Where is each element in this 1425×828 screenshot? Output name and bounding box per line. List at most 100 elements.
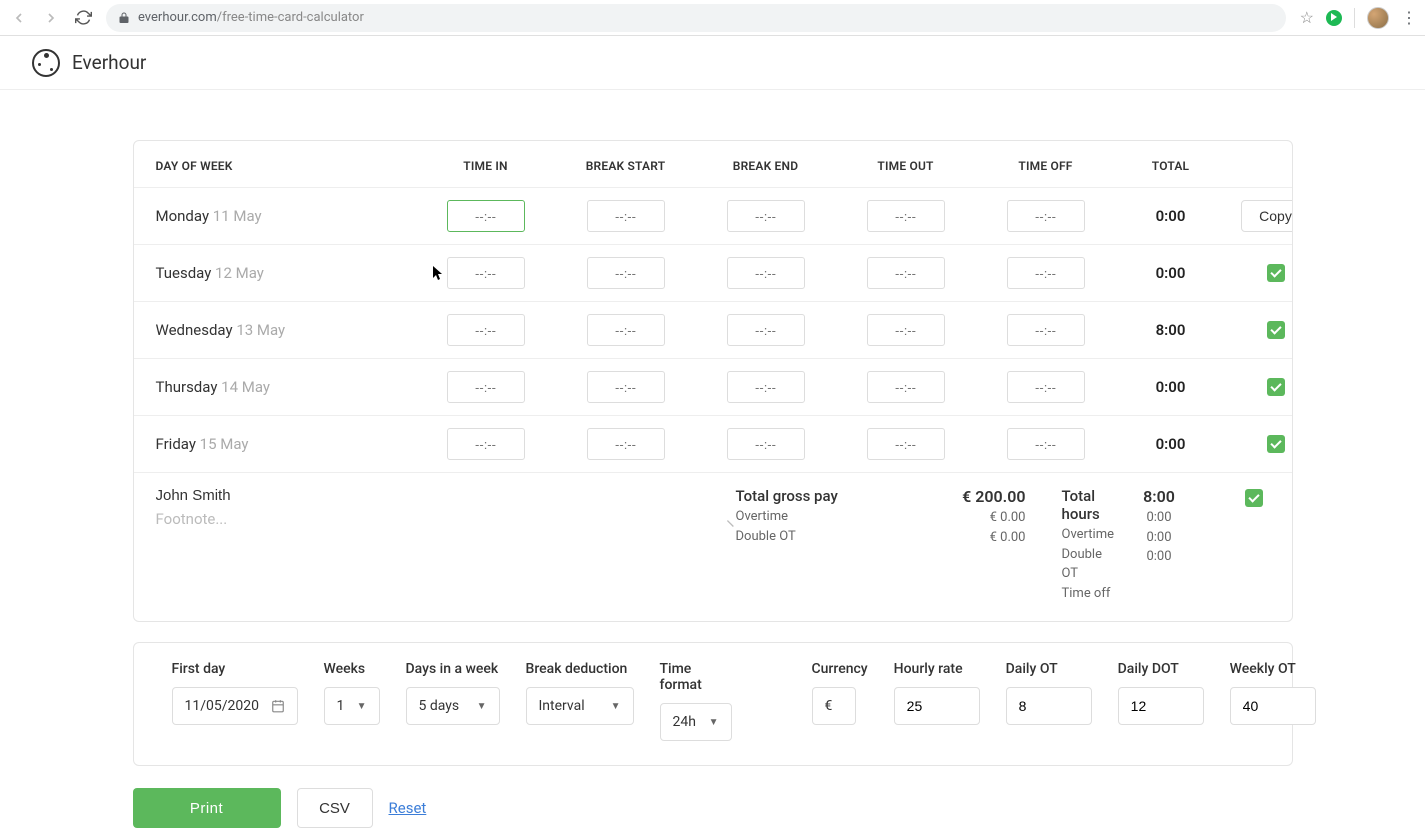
reset-link[interactable]: Reset: [389, 799, 427, 817]
format-select[interactable]: 24h▼: [660, 703, 732, 741]
employee-name-input[interactable]: [156, 487, 406, 504]
action-bar: Print CSV Reset: [133, 788, 1293, 828]
break-start-input[interactable]: [587, 371, 665, 403]
url-host: everhour.com: [138, 10, 217, 25]
time-out-input[interactable]: [867, 257, 945, 289]
app-header: Everhour: [0, 36, 1425, 90]
time-out-input[interactable]: [867, 371, 945, 403]
calendar-icon: [271, 699, 285, 713]
time-off-input[interactable]: [1007, 314, 1085, 346]
time-out-input[interactable]: [867, 200, 945, 232]
col-day: DAY OF WEEK: [156, 159, 416, 173]
time-off-input[interactable]: [1007, 257, 1085, 289]
rate-input[interactable]: [894, 687, 980, 725]
break-start-input[interactable]: [587, 257, 665, 289]
total-hours-value: 8:00: [1114, 487, 1204, 506]
time-in-input[interactable]: [447, 428, 525, 460]
gross-pay-value: € 200.00: [946, 487, 1026, 506]
time-in-input[interactable]: [447, 257, 525, 289]
currency-input[interactable]: €: [812, 687, 856, 725]
copy-button[interactable]: Copy: [1241, 200, 1293, 232]
break-end-input[interactable]: [727, 428, 805, 460]
summary-row: Footnote... || Total gross pay Overtime …: [134, 472, 1292, 621]
chevron-down-icon: ▼: [477, 701, 487, 712]
daily-ot-label: Daily OT: [1006, 661, 1092, 677]
menu-kebab-icon[interactable]: ⋮: [1401, 8, 1415, 27]
time-in-input[interactable]: [447, 371, 525, 403]
day-label: Tuesday 12 May: [156, 264, 416, 282]
break-end-input[interactable]: [727, 371, 805, 403]
address-bar[interactable]: everhour.com/free-time-card-calculator: [106, 4, 1286, 32]
settings-panel: First day 11/05/2020 Weeks 1▼ Days in a …: [133, 642, 1293, 766]
weekly-ot-input[interactable]: [1230, 687, 1316, 725]
bookmark-star-icon[interactable]: ☆: [1300, 8, 1314, 27]
forward-icon[interactable]: [42, 9, 60, 27]
break-start-input[interactable]: [587, 200, 665, 232]
daily-dot-input[interactable]: [1118, 687, 1204, 725]
first-day-input[interactable]: 11/05/2020: [172, 687, 298, 725]
weekly-ot-label: Weekly OT: [1230, 661, 1316, 677]
break-start-input[interactable]: [587, 314, 665, 346]
weeks-select[interactable]: 1▼: [324, 687, 380, 725]
first-day-label: First day: [172, 661, 298, 677]
timeoff-hours-label: Time off: [1062, 584, 1114, 604]
time-off-input[interactable]: [1007, 200, 1085, 232]
break-start-input[interactable]: [587, 428, 665, 460]
url-path: /free-time-card-calculator: [217, 10, 364, 25]
col-time-out: TIME OUT: [836, 159, 976, 173]
time-in-input[interactable]: [447, 314, 525, 346]
overtime-pay-value: € 0.00: [946, 508, 1026, 528]
row-total: 0:00: [1116, 207, 1226, 225]
chevron-down-icon: ▼: [357, 701, 367, 712]
time-off-input[interactable]: [1007, 428, 1085, 460]
col-time-in: TIME IN: [416, 159, 556, 173]
break-select[interactable]: Interval▼: [526, 687, 634, 725]
row-total: 0:00: [1116, 435, 1226, 453]
reload-icon[interactable]: [74, 9, 92, 27]
check-icon[interactable]: [1267, 435, 1285, 453]
check-icon[interactable]: [1267, 378, 1285, 396]
break-end-input[interactable]: [727, 314, 805, 346]
format-label: Time format: [660, 661, 732, 693]
logo-icon: [32, 49, 60, 77]
back-icon[interactable]: [10, 9, 28, 27]
chevron-down-icon: ▼: [611, 701, 621, 712]
day-label: Thursday 14 May: [156, 378, 416, 396]
time-out-input[interactable]: [867, 428, 945, 460]
table-row: Tuesday 12 May0:00: [134, 244, 1292, 301]
day-label: Monday 11 May: [156, 207, 416, 225]
col-time-off: TIME OFF: [976, 159, 1116, 173]
break-end-input[interactable]: [727, 200, 805, 232]
time-out-input[interactable]: [867, 314, 945, 346]
footnote-placeholder[interactable]: Footnote...: [156, 510, 736, 528]
summary-check-icon[interactable]: [1245, 489, 1263, 507]
days-select[interactable]: 5 days▼: [406, 687, 500, 725]
table-row: Wednesday 13 May 8:00: [134, 301, 1292, 358]
table-row: Friday 15 May 0:00: [134, 415, 1292, 472]
extension-icon[interactable]: [1326, 10, 1342, 26]
csv-button[interactable]: CSV: [297, 788, 373, 828]
lock-icon: [118, 12, 130, 24]
gross-pay-label: Total gross pay: [736, 487, 946, 505]
double-ot-hours-value: 0:00: [1114, 528, 1204, 548]
break-end-input[interactable]: [727, 257, 805, 289]
timeoff-hours-value: 0:00: [1114, 547, 1204, 567]
timecard-table: DAY OF WEEK TIME IN BREAK START BREAK EN…: [133, 140, 1293, 622]
check-icon[interactable]: [1267, 264, 1285, 282]
daily-ot-input[interactable]: [1006, 687, 1092, 725]
chevron-down-icon: ▼: [709, 717, 719, 728]
browser-toolbar: everhour.com/free-time-card-calculator ☆…: [0, 0, 1425, 36]
day-label: Friday 15 May: [156, 435, 416, 453]
profile-avatar[interactable]: [1367, 7, 1389, 29]
currency-label: Currency: [812, 661, 868, 677]
day-label: Wednesday 13 May: [156, 321, 416, 339]
time-in-input[interactable]: [447, 200, 525, 232]
print-button[interactable]: Print: [133, 788, 281, 828]
col-total: TOTAL: [1116, 159, 1226, 173]
row-total: 8:00: [1116, 321, 1226, 339]
time-off-input[interactable]: [1007, 371, 1085, 403]
overtime-hours-value: 0:00: [1114, 508, 1204, 528]
brand-logo[interactable]: Everhour: [32, 49, 146, 77]
check-icon[interactable]: [1267, 321, 1285, 339]
days-label: Days in a week: [406, 661, 500, 677]
